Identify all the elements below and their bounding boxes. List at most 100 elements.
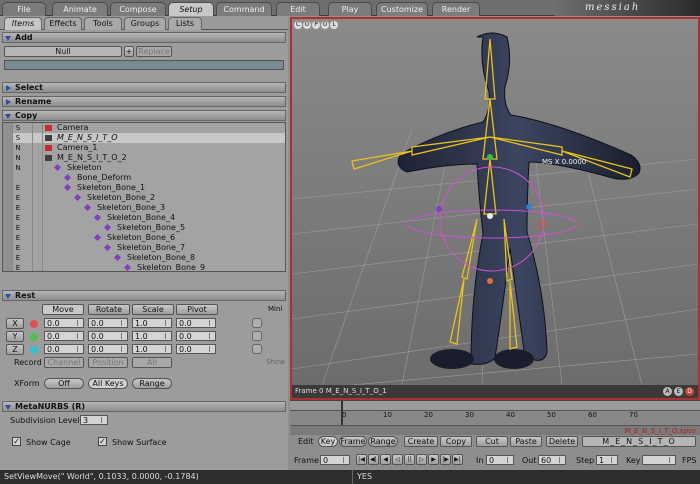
tree-visibility-cell[interactable] — [3, 223, 13, 233]
tree-render-cell[interactable] — [33, 143, 43, 153]
tree-render-cell[interactable] — [33, 163, 43, 173]
tab-setup[interactable]: Setup — [168, 2, 214, 16]
xform-off-button[interactable]: Off — [44, 378, 84, 389]
tree-row[interactable]: E Skeleton_Bone_6 — [3, 233, 285, 243]
add-item-select[interactable]: Null — [4, 46, 122, 57]
go-end-icon[interactable]: ▶| — [452, 454, 463, 465]
tree-render-cell[interactable] — [33, 193, 43, 203]
play-icon[interactable]: ▷ — [416, 454, 427, 465]
tab-items[interactable]: Items — [4, 17, 42, 30]
tree-lock-cell[interactable] — [23, 213, 33, 223]
tree-render-cell[interactable] — [33, 223, 43, 233]
step-back-icon[interactable]: ◀ — [380, 454, 391, 465]
metanurbs-section-header[interactable]: MetaNURBS (R) — [2, 401, 286, 412]
record-all-button[interactable]: All — [132, 357, 172, 368]
key-field[interactable] — [642, 455, 676, 465]
tree-render-cell[interactable] — [33, 213, 43, 223]
view-p-button[interactable]: P — [312, 21, 320, 29]
tree-visibility-cell[interactable] — [3, 133, 13, 143]
viewport-a-button[interactable]: A — [663, 387, 672, 396]
axis-y-button[interactable]: Y — [6, 331, 24, 342]
copy-key-button[interactable]: Copy — [440, 436, 472, 447]
in-field[interactable]: 0 — [486, 455, 514, 465]
rest-value-field[interactable]: 0.0 — [176, 331, 216, 341]
rest-tab-rotate[interactable]: Rotate — [88, 304, 130, 315]
viewport-scene[interactable]: MS X 0.0000 — [292, 19, 698, 385]
tree-render-cell[interactable] — [33, 233, 43, 243]
delete-key-button[interactable]: Delete — [546, 436, 578, 447]
tree-row[interactable]: N Camera_1 — [3, 143, 285, 153]
tree-lock-cell[interactable] — [23, 163, 33, 173]
tree-render-cell[interactable] — [33, 173, 43, 183]
rest-value-field[interactable]: 0.0 — [88, 318, 128, 328]
record-channel-button[interactable]: Channel — [44, 357, 84, 368]
tree-visibility-cell[interactable] — [3, 153, 13, 163]
tree-render-cell[interactable] — [33, 123, 43, 133]
tree-row[interactable]: E Skeleton_Bone_8 — [3, 253, 285, 263]
tree-row[interactable]: S Camera — [3, 123, 285, 133]
rest-value-field[interactable]: 1.0 — [132, 331, 172, 341]
tree-visibility-cell[interactable] — [3, 193, 13, 203]
tree-lock-cell[interactable] — [23, 193, 33, 203]
tab-command[interactable]: Command — [216, 2, 272, 16]
tree-lock-cell[interactable] — [23, 253, 33, 263]
frame-field[interactable]: 0 — [320, 455, 350, 465]
axis-x-button[interactable]: X — [6, 318, 24, 329]
object-select[interactable]: M_E_N_S_I_T_O — [582, 436, 696, 447]
tab-play[interactable]: Play — [328, 2, 372, 16]
tab-render[interactable]: Render — [432, 2, 480, 16]
tree-visibility-cell[interactable] — [3, 183, 13, 193]
create-key-button[interactable]: Create — [404, 436, 438, 447]
tree-lock-cell[interactable] — [23, 223, 33, 233]
tab-groups[interactable]: Groups — [124, 17, 166, 30]
min-toggle[interactable] — [252, 344, 262, 354]
tree-render-cell[interactable] — [33, 263, 43, 271]
rename-section-header[interactable]: Rename — [2, 96, 286, 107]
go-start-icon[interactable]: |◀ — [356, 454, 367, 465]
viewport-d-button[interactable]: D — [685, 387, 694, 396]
timeline-scroll[interactable] — [290, 401, 700, 411]
tree-row[interactable]: E Skeleton_Bone_7 — [3, 243, 285, 253]
step-field[interactable]: 1 — [596, 455, 618, 465]
rest-tab-pivot[interactable]: Pivot — [176, 304, 218, 315]
rest-tab-scale[interactable]: Scale — [132, 304, 174, 315]
tree-visibility-cell[interactable] — [3, 123, 13, 133]
tree-render-cell[interactable] — [33, 253, 43, 263]
record-position-button[interactable]: Position — [88, 357, 128, 368]
tree-lock-cell[interactable] — [23, 233, 33, 243]
rest-value-field[interactable]: 0.0 — [176, 344, 216, 354]
tree-lock-cell[interactable] — [23, 143, 33, 153]
rest-value-field[interactable]: 0.0 — [44, 344, 84, 354]
tree-row[interactable]: N M_E_N_S_I_T_O_2 — [3, 153, 285, 163]
tree-lock-cell[interactable] — [23, 263, 33, 271]
rest-value-field[interactable]: 0.0 — [176, 318, 216, 328]
viewport-e-button[interactable]: E — [674, 387, 683, 396]
tree-visibility-cell[interactable] — [3, 253, 13, 263]
view-c-button[interactable]: C — [294, 21, 302, 29]
rest-value-field[interactable]: 1.0 — [132, 318, 172, 328]
command-line[interactable]: SetViewMove(" World", 0.1033, 0.0000, -0… — [4, 470, 199, 484]
replace-button[interactable]: Replace — [136, 46, 172, 57]
rest-value-field[interactable]: 0.0 — [88, 344, 128, 354]
tree-visibility-cell[interactable] — [3, 263, 13, 271]
tree-visibility-cell[interactable] — [3, 163, 13, 173]
rest-value-field[interactable]: 0.0 — [44, 331, 84, 341]
tab-tools[interactable]: Tools — [84, 17, 122, 30]
rest-tab-move[interactable]: Move — [42, 304, 84, 315]
add-section-header[interactable]: Add — [2, 32, 286, 43]
tree-visibility-cell[interactable] — [3, 143, 13, 153]
tab-animate[interactable]: Animate — [52, 2, 108, 16]
tree-visibility-cell[interactable] — [3, 203, 13, 213]
tab-effects[interactable]: Effects — [44, 17, 82, 30]
play-reverse-icon[interactable]: ◁ — [392, 454, 403, 465]
copy-section-header[interactable]: Copy — [2, 110, 286, 121]
tree-row[interactable]: E Skeleton_Bone_4 — [3, 213, 285, 223]
rest-section-header[interactable]: Rest — [2, 290, 286, 301]
xform-range-button[interactable]: Range — [132, 378, 172, 389]
tree-row[interactable]: E Skeleton_Bone_3 — [3, 203, 285, 213]
edit-frame-button[interactable]: Frame — [339, 436, 367, 447]
tree-render-cell[interactable] — [33, 203, 43, 213]
view-o2-button[interactable]: O — [321, 21, 329, 29]
tab-edit[interactable]: Edit — [276, 2, 320, 16]
show-cage-checkbox[interactable]: ✓ — [12, 437, 21, 446]
